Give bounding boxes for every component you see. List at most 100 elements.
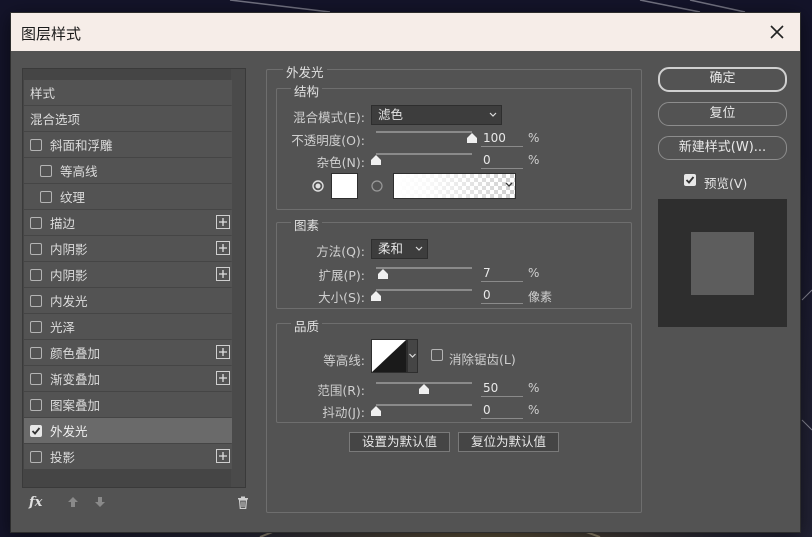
style-list-item[interactable]: 颜色叠加 (24, 340, 232, 365)
spread-input[interactable]: 7 (481, 264, 523, 282)
range-label: 范围(R): (317, 383, 365, 398)
move-up-icon[interactable] (67, 496, 79, 511)
add-icon[interactable] (216, 215, 230, 229)
glow-gradient-picker[interactable] (393, 173, 516, 199)
contour-chevron-icon[interactable] (407, 339, 418, 373)
style-list-label: 光泽 (50, 320, 76, 335)
add-icon[interactable] (216, 371, 230, 385)
size-input[interactable]: 0 (481, 286, 523, 304)
add-icon[interactable] (216, 267, 230, 281)
color-radio[interactable] (312, 180, 324, 195)
style-list-item[interactable]: 混合选项 (24, 106, 232, 131)
style-list-label: 样式 (30, 86, 56, 101)
jitter-input[interactable]: 0 (481, 401, 523, 419)
opacity-input[interactable]: 100 (481, 129, 523, 147)
preview-checkbox[interactable] (684, 174, 696, 186)
style-list-item[interactable]: 样式 (24, 80, 232, 105)
style-list-item[interactable]: 等高线 (24, 158, 232, 183)
add-icon[interactable] (216, 449, 230, 463)
range-unit: % (528, 381, 540, 395)
technique-label: 方法(Q): (316, 244, 365, 259)
style-list-item[interactable]: 描边 (24, 210, 232, 235)
noise-input[interactable]: 0 (481, 151, 523, 169)
preview-label: 预览(V) (704, 176, 748, 191)
noise-slider-thumb[interactable] (371, 154, 381, 165)
chevron-down-icon (415, 240, 423, 263)
reset-button[interactable]: 复位 (658, 102, 787, 126)
style-checkbox[interactable] (30, 346, 42, 359)
style-list-item[interactable]: 内发光 (24, 288, 232, 313)
close-icon[interactable] (764, 19, 790, 45)
technique-select[interactable]: 柔和 (371, 239, 428, 259)
style-checkbox[interactable] (40, 190, 52, 203)
style-list: 样式混合选项斜面和浮雕 等高线 纹理描边内阴影 内阴影内发光光泽颜色叠加渐变叠加图案叠… (22, 68, 246, 488)
size-slider-thumb[interactable] (371, 290, 381, 301)
add-icon[interactable] (216, 241, 230, 255)
size-label: 大小(S): (318, 290, 365, 305)
style-checkbox[interactable] (30, 372, 42, 385)
style-list-item[interactable]: 外发光 (24, 418, 232, 443)
spread-label: 扩展(P): (318, 268, 365, 283)
style-list-item[interactable]: 内阴影 (24, 236, 232, 261)
style-checkbox[interactable] (30, 294, 42, 307)
style-checkbox[interactable] (30, 450, 42, 463)
elements-legend: 图素 (291, 215, 323, 234)
style-list-item[interactable]: 光泽 (24, 314, 232, 339)
style-checkbox[interactable] (30, 216, 42, 229)
fx-icon[interactable]: fx (29, 495, 42, 510)
new-style-button[interactable]: 新建样式(W)... (658, 136, 787, 160)
blend-mode-select[interactable]: 滤色 (371, 105, 502, 125)
technique-value: 柔和 (378, 241, 404, 256)
layer-style-dialog: 图层样式 样式混合选项斜面和浮雕 等高线 纹理描边内阴影 内阴影内发光光泽颜色叠加渐变… (10, 12, 801, 533)
gradient-chevron-icon[interactable] (504, 179, 514, 194)
structure-legend: 结构 (291, 81, 323, 100)
style-checkbox[interactable] (30, 268, 42, 281)
style-list-label: 混合选项 (30, 112, 81, 127)
chevron-down-icon (489, 106, 497, 129)
gradient-radio[interactable] (371, 180, 383, 195)
outer-glow-title: 外发光 (283, 62, 327, 81)
opacity-slider-thumb[interactable] (467, 132, 477, 143)
jitter-slider-thumb[interactable] (371, 405, 381, 416)
reset-default-button[interactable]: 复位为默认值 (458, 432, 559, 452)
style-list-item[interactable]: 渐变叠加 (24, 366, 232, 391)
glow-color-swatch[interactable] (331, 173, 358, 199)
jitter-slider-track[interactable] (376, 404, 472, 406)
style-list-label: 内发光 (50, 294, 88, 309)
style-list-label: 描边 (50, 216, 76, 231)
trash-icon[interactable] (237, 496, 249, 512)
style-list-item[interactable]: 投影 (24, 444, 232, 469)
style-checkbox[interactable] (40, 164, 52, 177)
ok-button[interactable]: 确定 (658, 67, 787, 92)
move-down-icon[interactable] (94, 496, 106, 511)
range-input[interactable]: 50 (481, 379, 523, 397)
style-list-item[interactable]: 斜面和浮雕 (24, 132, 232, 157)
titlebar: 图层样式 (11, 13, 800, 51)
range-slider-thumb[interactable] (419, 383, 429, 394)
add-icon[interactable] (216, 345, 230, 359)
spread-slider-track[interactable] (376, 267, 472, 269)
noise-slider-track[interactable] (376, 153, 472, 155)
blend-mode-value: 滤色 (378, 107, 404, 122)
style-list-label: 颜色叠加 (50, 346, 101, 361)
style-list-item[interactable]: 图案叠加 (24, 392, 232, 417)
style-list-item[interactable]: 内阴影 (24, 262, 232, 287)
style-list-item[interactable]: 纹理 (24, 184, 232, 209)
style-checkbox[interactable] (30, 320, 42, 333)
spread-slider-thumb[interactable] (377, 268, 388, 279)
style-checkbox[interactable] (30, 138, 42, 151)
style-list-label: 渐变叠加 (50, 372, 101, 387)
opacity-slider-track[interactable] (376, 131, 472, 133)
contour-picker[interactable] (371, 339, 407, 373)
size-slider-track[interactable] (376, 289, 472, 291)
make-default-button[interactable]: 设置为默认值 (349, 432, 450, 452)
style-preview (658, 199, 787, 327)
style-list-scrollbar[interactable] (231, 69, 245, 487)
style-checkbox[interactable] (30, 242, 42, 255)
style-checkbox[interactable] (30, 424, 42, 437)
opacity-unit: % (528, 131, 540, 145)
contour-label: 等高线: (323, 353, 365, 368)
style-list-label: 投影 (50, 450, 76, 465)
style-checkbox[interactable] (30, 398, 42, 411)
antialias-checkbox[interactable] (431, 349, 443, 361)
